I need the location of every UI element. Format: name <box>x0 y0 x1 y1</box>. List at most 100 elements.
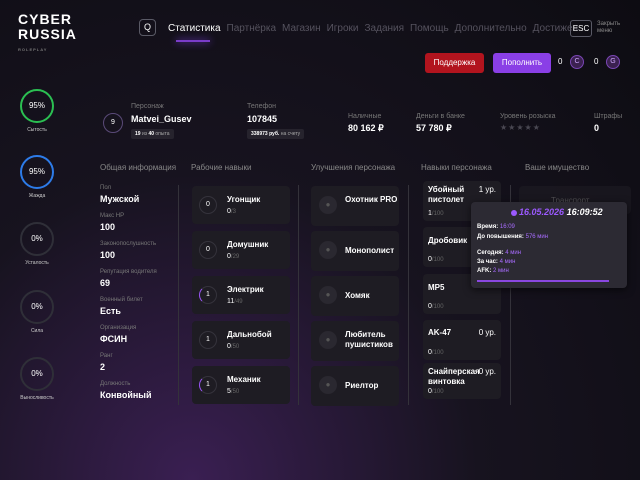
perk-progress-max: /100 <box>431 304 444 310</box>
perk-progress: 0/100 <box>428 388 444 395</box>
need-satiety: 95% Сытость <box>18 89 56 133</box>
work-skill-card[interactable]: 1 Дальнобой 0/50 <box>192 321 290 359</box>
perks-header: Навыки персонажа <box>421 163 492 172</box>
perk-card[interactable]: AK-47 0 ур. 0/100 <box>423 320 501 360</box>
tab-quests[interactable]: Задания <box>365 23 405 34</box>
exp-current: 19 <box>135 131 141 137</box>
property-header: Ваше имущество <box>525 163 590 172</box>
topup-button[interactable]: Пополнить <box>493 53 551 73</box>
info-rank-label: Ранг <box>100 353 113 359</box>
need-strength: 0% Сила <box>18 290 56 334</box>
wanted-label: Уровень розыска <box>500 113 556 120</box>
esc-button[interactable]: ESC <box>570 20 592 37</box>
perk-level: 0 ур. <box>478 328 496 337</box>
tooltip-today-value: 4 мин <box>505 250 522 256</box>
info-org-value: ФСИН <box>100 334 128 344</box>
upgrade-name: Охотник PRO <box>345 195 398 204</box>
tooltip-hour-row: За час: 4 мин <box>477 259 515 265</box>
upgrade-card[interactable]: ● Любитель пушистиков <box>311 321 399 361</box>
skill-progress: 0/3 <box>227 208 236 215</box>
tooltip-afk-value: 2 мин <box>493 268 509 274</box>
perk-progress: 1/100 <box>428 210 444 217</box>
work-skill-card[interactable]: 0 Домушник 0/29 <box>192 231 290 269</box>
info-maxhp-value: 100 <box>100 222 116 232</box>
perk-card[interactable]: Снайперская винтовка 0 ур. 0/100 <box>423 363 501 399</box>
coin-c-icon: C <box>570 55 584 69</box>
info-lawfulness-value: 100 <box>100 250 116 260</box>
fines-label: Штрафы <box>594 113 623 120</box>
strength-label: Сила <box>30 328 44 334</box>
phone-label: Телефон <box>247 103 277 110</box>
tab-help[interactable]: Помощь <box>410 23 449 34</box>
upgrade-name: Любитель пушистиков <box>345 330 393 349</box>
tooltip-promo-label: До повышения: <box>477 234 524 240</box>
column-divider <box>178 185 179 405</box>
perk-progress-max: /100 <box>431 389 444 395</box>
character-name: Matvei_Gusev <box>131 114 192 124</box>
upgrade-card[interactable]: ● Монополист <box>311 231 399 271</box>
perk-progress: 0/100 <box>428 303 444 310</box>
strength-ring: 0% <box>20 290 54 324</box>
work-skill-card[interactable]: 1 Электрик 11/49 <box>192 276 290 314</box>
tooltip-progress-bar <box>477 280 609 282</box>
cash-label: Наличные <box>348 113 382 120</box>
info-lawfulness-label: Законопослушность <box>100 241 157 247</box>
skill-level-ring: 1 <box>199 286 217 304</box>
info-position-value: Конвойный <box>100 390 152 400</box>
skill-progress: 0/29 <box>227 253 239 260</box>
work-skill-card[interactable]: 0 Угонщик 0/3 <box>192 186 290 224</box>
exp-of: из <box>141 131 148 137</box>
skill-level-ring: 1 <box>199 331 217 349</box>
skill-progress: 0/50 <box>227 343 239 350</box>
info-driver-rep-label: Репутация водителя <box>100 269 157 275</box>
skill-name: Механик <box>227 375 261 384</box>
tab-players[interactable]: Игроки <box>327 23 359 34</box>
tab-shop[interactable]: Магазин <box>282 23 321 34</box>
wanted-stars-icon: ★★★★★ <box>500 123 541 132</box>
support-button[interactable]: Поддержка <box>425 53 484 73</box>
logo: CYBER RUSSIA ROLEPLAY <box>18 12 77 57</box>
balance-pill: 338973 руб. на счету <box>247 129 305 139</box>
info-org-label: Организация <box>100 325 137 331</box>
logo-line2: RUSSIA <box>18 26 77 42</box>
upgrade-card[interactable]: ● Риелтор <box>311 366 399 406</box>
skill-progress-max: /49 <box>234 299 243 305</box>
info-military-label: Военный билет <box>100 297 143 303</box>
fatigue-label: Усталость <box>25 260 49 266</box>
skill-progress-max: /50 <box>230 344 240 350</box>
skill-name: Электрик <box>227 285 264 294</box>
general-info-header: Общая информация <box>100 163 177 172</box>
info-maxhp-label: Макс HP <box>100 213 125 219</box>
need-fatigue: 0% Усталость <box>18 222 56 266</box>
satiety-ring: 95% <box>20 89 54 123</box>
lock-icon: ● <box>319 241 337 259</box>
work-skill-card[interactable]: 1 Механик 5/50 <box>192 366 290 404</box>
skill-progress-max: /3 <box>230 209 236 215</box>
upgrade-card[interactable]: ● Охотник PRO <box>311 186 399 226</box>
need-thirst: 95% Жажда <box>18 155 56 199</box>
lock-icon: ● <box>319 376 337 394</box>
work-skills-header: Рабочие навыки <box>191 163 252 172</box>
balance-amount: 338973 руб. <box>251 131 280 137</box>
tab-statistics[interactable]: Статистика <box>168 23 221 34</box>
search-button[interactable]: Q <box>139 19 156 36</box>
perk-progress-max: /100 <box>431 257 444 263</box>
thirst-ring: 95% <box>20 155 54 189</box>
active-tab-indicator <box>176 40 210 42</box>
skill-progress: 5/50 <box>227 388 239 395</box>
perk-progress: 0/100 <box>428 256 444 263</box>
tooltip-date: 16.05.2026 <box>519 207 565 217</box>
tooltip-clock: 16:09:52 <box>566 207 603 217</box>
info-position-label: Должность <box>100 381 131 387</box>
fatigue-ring: 0% <box>20 222 54 256</box>
tab-extra[interactable]: Дополнительно <box>455 23 527 34</box>
skill-name: Дальнобой <box>227 330 272 339</box>
tooltip-time-value: 16:09 <box>499 224 515 230</box>
perk-name: AK-47 <box>428 328 452 337</box>
exp-total: 40 <box>148 131 154 137</box>
player-level-badge: 9 <box>103 113 123 133</box>
tab-partner[interactable]: Партнёрка <box>227 23 276 34</box>
upgrade-card[interactable]: ● Хомяк <box>311 276 399 316</box>
logo-line1: CYBER <box>18 11 73 27</box>
exp-suffix: опыта <box>155 131 170 137</box>
